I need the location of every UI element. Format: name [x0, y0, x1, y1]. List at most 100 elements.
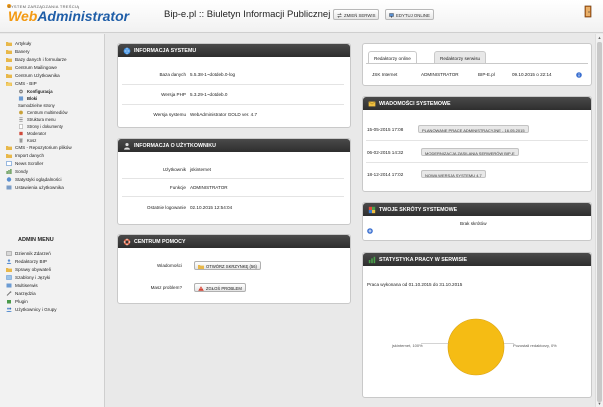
no-shortcuts-text: Brak skrótów [460, 221, 487, 226]
last-login-value: 02.10.2015 12:54:04 [190, 205, 233, 210]
sidebar-item-label: Moderator [27, 131, 47, 136]
sidebar-item-label: Centrum multimediów [27, 110, 68, 115]
sidebar-item-databases[interactable]: Bazy danych i formularze [6, 56, 67, 63]
divider [122, 178, 344, 179]
gear-icon [19, 89, 23, 94]
sidebar-item-statistics[interactable]: Statystyki oglądalności [6, 176, 61, 183]
sidebar-item-blocks[interactable]: Bloki [18, 95, 37, 102]
panel-title: INFORMACJA SYSTEMU [134, 47, 197, 54]
folder-icon [6, 58, 12, 62]
sidebar-item-users-groups[interactable]: Użytkownicy i Grupy [6, 306, 57, 313]
message-link[interactable]: MODERNIZACJA ZASILANIA SERWERÓW BIP-E [421, 148, 519, 156]
panel-header: TWOJE SKRÓTY SYSTEMOWE [363, 203, 591, 216]
sidebar-item-label: Plugin [15, 299, 28, 304]
folder-icon [6, 74, 12, 78]
sidebar-item-media-center[interactable]: Centrum multimediów [18, 109, 68, 116]
user-info-panel: INFORMACJA O UŻYTKOWNIKU [117, 138, 351, 225]
stats-period: Praca wykonana od 01.10.2015 do 31.10.20… [367, 282, 463, 287]
sidebar-item-bip-editors[interactable]: Redaktorzy BIP [6, 258, 47, 265]
sidebar-item-user-center[interactable]: Centrum Użytkownika [6, 72, 60, 79]
sidebar-item-label: Dziennik Zdarzeń [15, 251, 51, 256]
sidebar-item-articles[interactable]: Artykuły [6, 40, 31, 47]
sidebar-item-plugin[interactable]: Plugin [6, 298, 28, 305]
sidebar-item-citizen-cases[interactable]: Sprawy obywateli [6, 266, 51, 273]
messages-label: Wiadomości [156, 263, 182, 268]
news-icon [6, 161, 12, 166]
sidebar-item-label: Szablony i Języki [15, 275, 51, 280]
divider [122, 196, 344, 197]
editor-site: BIP-E.pl [478, 72, 495, 77]
multiservice-icon [6, 283, 12, 288]
sidebar-item-import[interactable]: Import danych [6, 152, 44, 159]
info-icon[interactable] [576, 72, 582, 78]
tab-editors-online[interactable]: Redaktorzy online [368, 51, 417, 63]
log-icon [6, 251, 12, 256]
logout-icon[interactable] [584, 5, 594, 18]
sidebar-item-standalone-pages[interactable]: Samodzielne strony [18, 102, 55, 109]
edit-online-button[interactable]: EDYTUJ ONLINE [385, 9, 434, 20]
folder-icon [198, 265, 204, 269]
sidebar-item-pages-docs[interactable]: Strony i dokumenty [18, 123, 63, 130]
sidebar-item-mailing[interactable]: Centrum Mailingowe [6, 64, 57, 71]
sidebar-item-menu-structure[interactable]: Struktura menu [18, 116, 56, 123]
sidebar-item-repository[interactable]: CMS - Repozytorium plików [6, 144, 72, 151]
envelope-icon [368, 100, 376, 106]
change-service-button[interactable]: ZMIEŃ SERWIS [333, 9, 380, 20]
last-login-label: Ostatnie logowanie [146, 205, 186, 210]
sidebar-item-banners[interactable]: Banery [6, 48, 30, 55]
sidebar-item-trash[interactable]: Kosz [18, 137, 36, 144]
sidebar-item-multiservice[interactable]: Multiserwis [6, 282, 38, 289]
admin-menu-title: ADMIN MENU [18, 237, 54, 243]
globe-icon [123, 47, 131, 54]
block-icon [18, 96, 24, 101]
sidebar-item-moderator[interactable]: Moderator [18, 130, 46, 137]
sidebar-item-label: Użytkownicy i Grupy [15, 307, 57, 312]
php-label: Wersja PHP [161, 92, 186, 97]
sidebar-item-tools[interactable]: Narzędzia [6, 290, 36, 297]
settings-icon [6, 185, 12, 190]
logo-web: Web [8, 8, 38, 24]
pie-label-right: Pozostali redaktorzy, 0% [513, 343, 557, 348]
sidebar-item-configuration[interactable]: Konfiguracja [18, 88, 53, 95]
sidebar-item-cms-bip[interactable]: CMS - BIP [6, 80, 37, 87]
folder-icon [6, 154, 12, 158]
open-inbox-button[interactable]: OTWÓRZ SKRZYNKĘ (56) [194, 261, 261, 270]
scroll-down-icon[interactable]: ▼ [597, 401, 602, 406]
sidebar-item-templates[interactable]: Szablony i Języki [6, 274, 50, 281]
editors-panel [362, 43, 592, 86]
panel-header: INFORMACJA O UŻYTKOWNIKU [118, 139, 350, 152]
problem-label: Masz problem? [150, 285, 182, 290]
report-problem-button[interactable]: ZGŁOŚ PROBLEM [194, 283, 246, 292]
sidebar-item-polls[interactable]: Sondy [6, 168, 28, 175]
sidebar-item-label: Sprawy obywateli [15, 267, 51, 272]
scroll-thumb[interactable] [597, 42, 602, 402]
menu-icon [19, 117, 23, 122]
sidebar-item-label: Sondy [15, 169, 29, 174]
panel-header: INFORMACJA SYSTEMU [118, 44, 350, 57]
pie-slice-jskinternet [447, 318, 505, 376]
panel-header: STATYSTYKA PRACY W SERWISIE [363, 253, 591, 266]
add-shortcut-icon[interactable] [367, 228, 373, 234]
sidebar-item-user-settings[interactable]: Ustawienia użytkownika [6, 184, 64, 191]
message-date: 15-05-2015 17:08 [367, 127, 404, 132]
tools-icon [6, 291, 12, 296]
sidebar-item-label: News Scroller [15, 161, 44, 166]
username-value: jskinternet [190, 167, 211, 172]
tab-editors-service[interactable]: Redaktorzy serwisu [434, 51, 487, 63]
sidebar-item-event-log[interactable]: Dziennik Zdarzeń [6, 250, 51, 257]
lifebuoy-icon [123, 238, 131, 245]
sidebar-item-label: Multiserwis [15, 283, 38, 288]
top-header: SYSTEM ZARZĄDZANIA TREŚCIĄ WebAdministra… [0, 0, 603, 33]
message-link[interactable]: NOWA WERSJA SYSTEMU 4.7 [421, 170, 486, 178]
functions-value: ADMINISTRATOR [190, 185, 228, 190]
message-link[interactable]: PLANOWANE PRACE ADMINISTRACYJNE - 16.05.… [418, 125, 529, 133]
scrollbar[interactable]: ▲ ▼ [595, 34, 603, 407]
sidebar-item-label: CMS - Repozytorium plików [15, 145, 72, 150]
logo[interactable]: WebAdministrator [8, 8, 129, 24]
panel-header: WIADOMOŚCI SYSTEMOWE [363, 97, 591, 110]
panel-title: INFORMACJA O UŻYTKOWNIKU [134, 142, 216, 149]
scroll-up-icon[interactable]: ▲ [597, 35, 602, 40]
plugin-icon [7, 300, 11, 304]
folder-open-icon [6, 82, 12, 86]
sidebar-item-news-scroller[interactable]: News Scroller [6, 160, 43, 167]
